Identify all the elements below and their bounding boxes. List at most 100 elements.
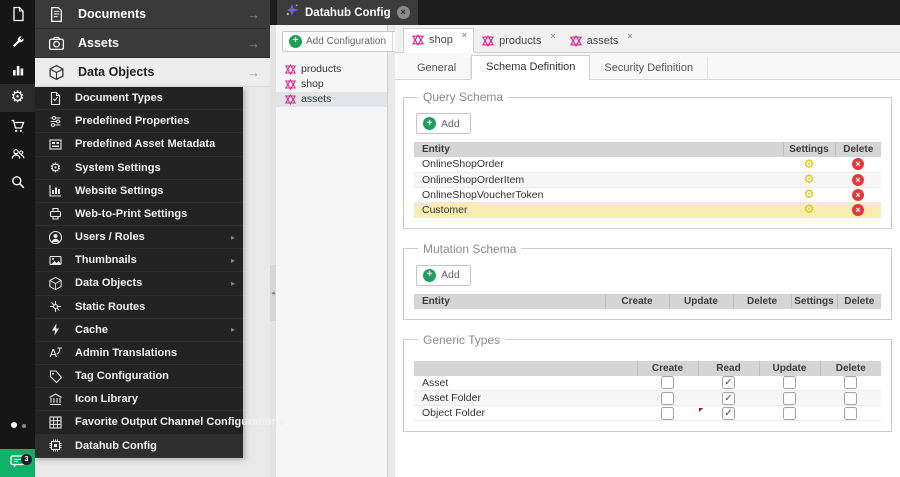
nav-header-data-objects[interactable]: Data Objects → bbox=[35, 58, 270, 87]
menu-item-static-routes[interactable]: Static Routes ▸ bbox=[35, 296, 243, 319]
type-name-cell: Object Folder bbox=[414, 405, 637, 421]
column-header-delete: Delete bbox=[819, 360, 881, 376]
nav-header-label: Data Objects bbox=[78, 65, 155, 79]
menu-item-predefined-properties[interactable]: Predefined Properties ▸ bbox=[35, 110, 243, 134]
configuration-tree: products shop assets bbox=[276, 62, 387, 107]
type-name-cell: Asset Folder bbox=[414, 390, 637, 406]
delete-icon[interactable]: × bbox=[852, 203, 864, 216]
column-header-entity: Entity bbox=[414, 142, 783, 157]
graphql-config-icon bbox=[482, 35, 495, 47]
table-row[interactable]: OnlineShopOrder ⚙ × bbox=[414, 157, 881, 173]
search-nav-icon-button[interactable] bbox=[0, 168, 35, 196]
page-icon bbox=[48, 6, 65, 23]
delete-checkbox[interactable]: ✓ bbox=[844, 391, 857, 405]
bar-chart-icon bbox=[10, 62, 26, 78]
menu-item-system-settings[interactable]: ⚙ System Settings ▸ bbox=[35, 157, 243, 180]
arrow-right-icon: → bbox=[247, 35, 260, 51]
menu-item-icon-library[interactable]: Icon Library ▸ bbox=[35, 388, 243, 412]
table-row[interactable]: Asset Folder ✓ ✓ ✓ ✓ bbox=[414, 390, 881, 406]
reports-nav-icon-button[interactable] bbox=[0, 56, 35, 84]
tab-security-definition[interactable]: Security Definition bbox=[590, 57, 709, 80]
column-header-delete: Delete bbox=[836, 293, 881, 309]
menu-item-tag-configuration[interactable]: Tag Configuration ▸ bbox=[35, 365, 243, 389]
update-checkbox[interactable]: ✓ bbox=[783, 406, 796, 420]
tab-general[interactable]: General bbox=[403, 57, 472, 80]
query-schema-add-button[interactable]: + Add bbox=[416, 113, 471, 134]
tab-products[interactable]: products × bbox=[474, 30, 561, 53]
table-row[interactable]: Customer ⚙ × bbox=[414, 202, 881, 218]
routes-node-icon bbox=[48, 299, 63, 314]
nav-header-documents[interactable]: Documents → bbox=[35, 0, 270, 29]
create-checkbox[interactable]: ✓ bbox=[661, 406, 674, 420]
menu-item-label: Website Settings bbox=[75, 184, 164, 197]
menu-item-favorite-output-channel-configurations[interactable]: Favorite Output Channel Configurations ▸ bbox=[35, 411, 285, 435]
delete-icon[interactable]: × bbox=[852, 188, 864, 201]
graphql-config-icon bbox=[569, 35, 582, 47]
update-checkbox[interactable]: ✓ bbox=[783, 391, 796, 405]
nav-header-assets[interactable]: Assets → bbox=[35, 29, 270, 58]
settings-gear-icon[interactable]: ⚙ bbox=[804, 188, 815, 200]
tools-nav-icon-button[interactable] bbox=[0, 28, 35, 56]
generic-types-table: Create Read Update Delete Asset ✓ ✓ ✓ ✓ bbox=[414, 360, 881, 421]
create-checkbox[interactable]: ✓ bbox=[661, 376, 674, 390]
menu-item-label: Document Types bbox=[75, 92, 163, 105]
delete-checkbox[interactable]: ✓ bbox=[844, 406, 857, 420]
settings-gear-icon[interactable]: ⚙ bbox=[804, 173, 815, 185]
settings-nav-icon-button[interactable]: ⚙ bbox=[0, 84, 35, 112]
menu-item-datahub-config[interactable]: Datahub Config ▸ bbox=[35, 434, 243, 458]
read-checkbox[interactable]: ✓ bbox=[722, 406, 735, 420]
chevron-right-icon: ▸ bbox=[230, 255, 235, 265]
menu-item-cache[interactable]: Cache ▸ bbox=[35, 319, 243, 342]
documents-nav-icon-button[interactable] bbox=[0, 0, 35, 28]
close-icon[interactable]: × bbox=[627, 31, 632, 41]
tab-assets[interactable]: assets × bbox=[562, 30, 639, 53]
column-header-update: Update bbox=[668, 293, 733, 309]
delete-icon[interactable]: × bbox=[852, 158, 864, 171]
tree-item-assets[interactable]: assets bbox=[276, 91, 387, 107]
mutation-schema-add-button[interactable]: + Add bbox=[416, 264, 471, 286]
table-row[interactable]: OnlineShopVoucherToken ⚙ × bbox=[414, 187, 881, 203]
feedback-chat-button[interactable]: 3 bbox=[0, 449, 35, 477]
delete-icon[interactable]: × bbox=[852, 173, 864, 186]
table-row[interactable]: Asset ✓ ✓ ✓ ✓ bbox=[414, 375, 881, 391]
tab-label: shop bbox=[429, 34, 453, 46]
tree-item-shop[interactable]: shop bbox=[276, 77, 387, 92]
add-configuration-button[interactable]: + Add Configuration ▾ bbox=[282, 30, 407, 52]
menu-item-web-to-print-settings[interactable]: Web-to-Print Settings ▸ bbox=[35, 203, 243, 227]
ecommerce-nav-icon-button[interactable] bbox=[0, 112, 35, 140]
column-header-delete: Delete bbox=[732, 293, 791, 309]
menu-item-thumbnails[interactable]: Thumbnails ▸ bbox=[35, 249, 243, 273]
menu-item-users-roles[interactable]: Users / Roles ▸ bbox=[35, 226, 243, 250]
create-checkbox[interactable]: ✓ bbox=[661, 391, 674, 405]
table-row[interactable]: Object Folder ✓ ✓ ✓ ✓ bbox=[414, 405, 881, 421]
close-icon[interactable]: × bbox=[396, 6, 410, 19]
menu-item-label: Cache bbox=[75, 323, 109, 336]
menu-item-predefined-asset-metadata[interactable]: Predefined Asset Metadata ▸ bbox=[35, 133, 243, 157]
read-checkbox[interactable]: ✓ bbox=[722, 376, 735, 390]
menu-item-data-objects[interactable]: Data Objects ▸ bbox=[35, 272, 243, 296]
datahub-config-window-tab[interactable]: Datahub Config × bbox=[277, 0, 418, 25]
tree-item-products[interactable]: products bbox=[276, 62, 387, 77]
configuration-tree-panel: + Add Configuration ▾ products shop asse… bbox=[276, 25, 407, 477]
customers-nav-icon-button[interactable] bbox=[0, 140, 35, 168]
update-checkbox[interactable]: ✓ bbox=[783, 376, 796, 390]
delete-checkbox[interactable]: ✓ bbox=[844, 376, 857, 390]
settings-gear-icon[interactable]: ⚙ bbox=[804, 158, 815, 170]
status-dot bbox=[11, 422, 17, 428]
tab-shop[interactable]: shop × bbox=[403, 28, 475, 53]
close-icon[interactable]: × bbox=[550, 31, 555, 41]
window-tab-bar: Datahub Config × bbox=[243, 0, 900, 25]
menu-item-admin-translations[interactable]: A Admin Translations ▸ bbox=[35, 342, 243, 366]
graphql-config-icon bbox=[285, 63, 296, 75]
settings-gear-icon[interactable]: ⚙ bbox=[804, 203, 815, 215]
grid-icon bbox=[48, 415, 63, 430]
read-checkbox[interactable]: ✓ bbox=[722, 391, 735, 405]
menu-item-document-types[interactable]: Document Types ▸ bbox=[35, 87, 243, 111]
gear-icon: ⚙ bbox=[49, 160, 62, 176]
close-icon[interactable]: × bbox=[462, 30, 467, 40]
tab-schema-definition[interactable]: Schema Definition bbox=[471, 55, 591, 80]
menu-item-label: Users / Roles bbox=[75, 231, 145, 244]
gear-icon: ⚙ bbox=[10, 89, 25, 106]
menu-item-website-settings[interactable]: Website Settings ▸ bbox=[35, 180, 243, 203]
table-row[interactable]: OnlineShopOrderItem ⚙ × bbox=[414, 172, 881, 188]
